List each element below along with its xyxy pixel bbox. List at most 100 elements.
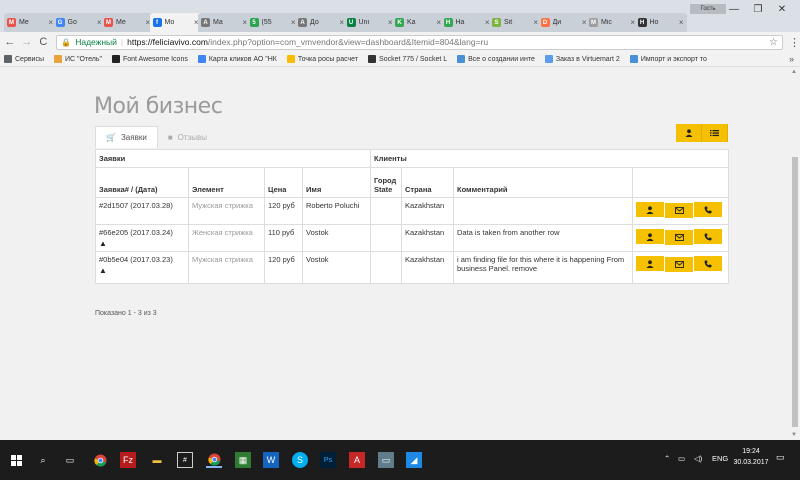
restore-button[interactable]: ❐ [746, 4, 770, 15]
bookmark-label: ИС "Отель" [65, 55, 102, 63]
email-client-button[interactable] [665, 229, 694, 245]
bookmark-item[interactable]: Заказ в Virtuemart 2 [544, 55, 620, 63]
bookmark-item[interactable]: Сервисы [4, 55, 44, 63]
window-app-icon[interactable]: ▭ [378, 452, 394, 468]
minimize-button[interactable]: — [722, 4, 746, 15]
profile-chip[interactable]: Гость [690, 4, 726, 14]
bookmarks-more-button[interactable]: » [789, 54, 794, 64]
bookmark-item[interactable]: Все о создании инте [457, 55, 535, 63]
browser-tab-label: (55 [261, 19, 272, 26]
browser-tab[interactable]: A До × [295, 13, 347, 32]
browser-tab[interactable]: S Sit × [489, 13, 541, 32]
network-icon[interactable]: ▭ [678, 454, 685, 463]
image-viewer-app-icon[interactable]: ▦ [235, 452, 251, 468]
chrome-active-app-icon[interactable] [206, 452, 222, 468]
chrome-app-icon[interactable] [92, 452, 108, 468]
browser-tab[interactable]: M Mic × [586, 13, 638, 32]
browser-tab[interactable]: 5 (55 × [246, 13, 299, 32]
view-client-button[interactable] [636, 202, 665, 217]
favicon-icon: A [201, 18, 210, 27]
address-bar[interactable]: 🔒 Надежный | https://feliciavivo.com /in… [56, 34, 784, 50]
file-explorer-app-icon[interactable]: ▬ [149, 452, 165, 468]
word-app-icon[interactable]: W [263, 452, 279, 468]
envelope-icon [674, 233, 684, 241]
country-cell: Kazakhstan [401, 197, 454, 225]
bookmark-item[interactable]: Socket 775 / Socket L [368, 55, 447, 63]
col-country: Страна [401, 167, 454, 198]
scroll-down-icon[interactable]: ▼ [791, 432, 797, 438]
windows-start-icon[interactable] [8, 452, 24, 468]
browser-tab[interactable]: G Go × [52, 13, 105, 32]
filezilla-app-icon[interactable]: Fz [120, 452, 136, 468]
tray-arrow-icon[interactable]: ⌃ [664, 454, 670, 463]
email-client-button[interactable] [665, 256, 694, 272]
calculator-app-icon[interactable]: # [177, 452, 193, 468]
favicon-icon: M [104, 18, 113, 27]
table-body: #2d1507 (2017.03.28) Мужская стрижка 120 р… [95, 197, 729, 284]
bookmark-item[interactable]: Карта кликов АО "НК [197, 55, 277, 63]
language-indicator[interactable]: ENG [712, 454, 728, 463]
back-button[interactable]: ← [3, 36, 17, 48]
browser-tab[interactable]: H Ha × [440, 13, 493, 32]
view-client-button[interactable] [636, 256, 665, 271]
col-city: Город State [370, 167, 402, 198]
notifications-icon[interactable]: ▭ [776, 452, 788, 464]
bookmark-item[interactable]: Точка росы расчет [286, 55, 358, 63]
browser-tab[interactable]: f Mo × [149, 13, 202, 32]
forward-button[interactable]: → [20, 36, 34, 48]
warning-icon: ▲ [99, 239, 107, 248]
browser-tab[interactable]: H Ho × [634, 13, 687, 32]
scroll-up-icon[interactable]: ▲ [791, 69, 797, 75]
close-window-button[interactable]: ✕ [770, 4, 794, 15]
browser-tab-label: Ди [552, 19, 562, 26]
page-scrollbar[interactable]: ▲ ▼ [790, 67, 800, 440]
order-id: #0b5e04 (2017.03.23) [99, 255, 173, 264]
star-icon[interactable]: ☆ [769, 37, 778, 48]
reload-button[interactable]: C [37, 36, 51, 48]
call-client-button[interactable] [694, 256, 723, 271]
clock[interactable]: 19:24 30.03.2017 [732, 446, 770, 468]
acrobat-app-icon[interactable]: A [349, 452, 365, 468]
call-client-button[interactable] [694, 229, 723, 244]
browser-toolbar: ← → C 🔒 Надежный | https://feliciavivo.c… [0, 32, 800, 52]
photoshop-app-icon[interactable]: Ps [320, 452, 336, 468]
view-client-button[interactable] [636, 229, 665, 244]
close-tab-icon[interactable]: × [679, 18, 684, 27]
name-cell: Vostok [302, 224, 371, 252]
bookmark-item[interactable]: ИС "Отель" [54, 55, 102, 63]
col-name: Имя [302, 167, 371, 198]
clock-time: 19:24 [742, 448, 760, 455]
browser-tab[interactable]: U Uni × [343, 13, 396, 32]
list-icon [710, 130, 719, 137]
bookmark-item[interactable]: Font Awesome Icons [111, 55, 188, 63]
page-tabs: 🛒 Заявки ■ Отзывы [95, 126, 217, 148]
user-icon [646, 259, 654, 268]
task-view-icon[interactable]: ▭ [62, 452, 78, 468]
browser-tab-label: Uni [358, 19, 370, 26]
browser-tab-label: До [310, 19, 319, 26]
browser-tab[interactable]: A Ma × [198, 13, 250, 32]
list-view-button[interactable] [702, 124, 728, 142]
bookmark-label: Socket 775 / Socket L [379, 55, 448, 63]
volume-icon[interactable]: ◁) [694, 454, 702, 463]
menu-icon[interactable]: ⋮ [789, 36, 800, 49]
app-icon[interactable]: ◢ [406, 452, 422, 468]
email-client-button[interactable] [665, 202, 694, 218]
element-link[interactable]: Мужская стрижка [192, 255, 253, 264]
element-link[interactable]: Женская стрижка [192, 228, 253, 237]
actions-cell [632, 197, 729, 225]
bookmark-item[interactable]: Импорт и экспорт то [629, 55, 707, 63]
bookmark-icon [457, 55, 466, 63]
browser-tab[interactable]: M Me × [101, 13, 153, 32]
call-client-button[interactable] [694, 202, 723, 217]
browser-tab[interactable]: D Ди × [537, 13, 590, 32]
skype-app-icon[interactable]: S [292, 452, 308, 468]
search-icon[interactable]: ⌕ [35, 452, 51, 468]
user-view-button[interactable] [676, 124, 702, 142]
browser-tab[interactable]: K Ka × [392, 13, 444, 32]
tab-reviews[interactable]: ■ Отзывы [158, 126, 217, 148]
element-link[interactable]: Мужская стрижка [192, 201, 253, 210]
scrollbar-thumb[interactable] [792, 157, 798, 427]
browser-tab[interactable]: M Me × [4, 13, 56, 32]
tab-orders[interactable]: 🛒 Заявки [95, 126, 158, 148]
